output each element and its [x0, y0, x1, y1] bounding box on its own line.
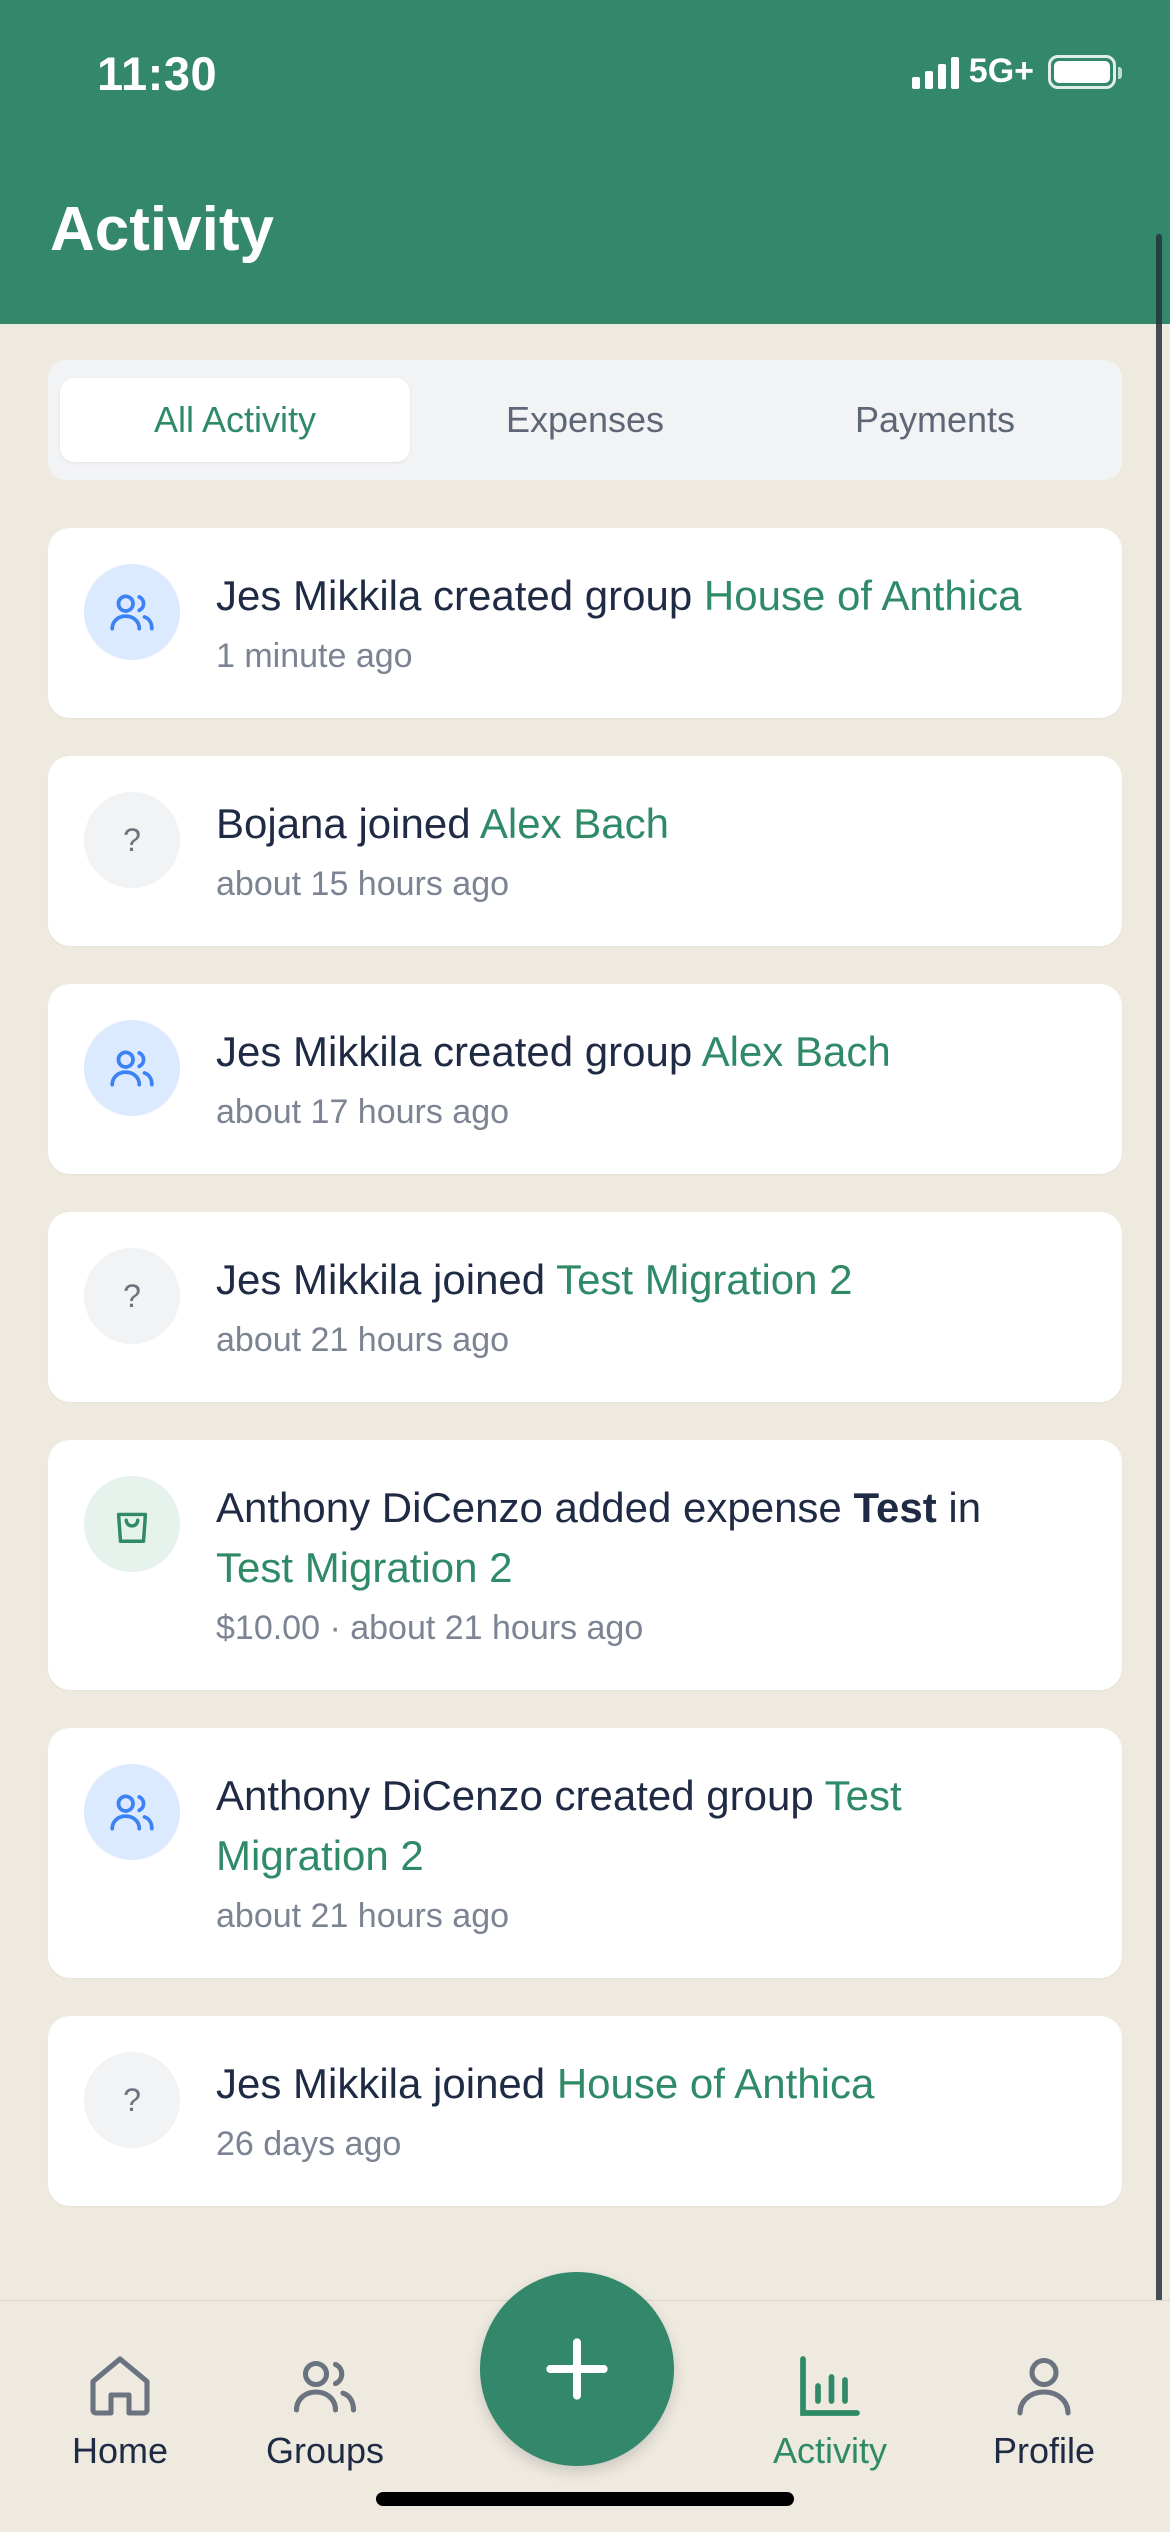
actor-name: Jes Mikkila [216, 572, 422, 619]
signal-icon [911, 55, 959, 89]
activity-card[interactable]: ? Jes Mikkila joined House of Anthica 26… [48, 2016, 1122, 2206]
activity-time: about 21 hours ago [216, 1897, 510, 1935]
nav-home[interactable]: Home [30, 2350, 210, 2472]
action-verb: joined [421, 1256, 557, 1303]
group-link[interactable]: Alex Bach [702, 1028, 891, 1075]
group-icon [84, 564, 180, 660]
action-verb: joined [346, 800, 480, 847]
nav-label: Activity [772, 2430, 887, 2471]
activity-text: Jes Mikkila joined House of Anthica 26 d… [216, 2054, 1082, 2168]
add-button[interactable] [480, 2272, 674, 2466]
activity-text: Jes Mikkila joined Test Migration 2 abou… [216, 1250, 1082, 1364]
group-link[interactable]: Test Migration 2 [216, 1544, 512, 1591]
nav-label: Profile [992, 2430, 1096, 2471]
group-icon [84, 1764, 180, 1860]
activity-time: 1 minute ago [216, 637, 413, 675]
group-icon [84, 1020, 180, 1116]
activity-card[interactable]: ? Bojana joined Alex Bach about 15 hours… [48, 756, 1122, 946]
activity-card[interactable]: Jes Mikkila created group Alex Bach abou… [48, 984, 1122, 1174]
unknown-avatar-icon: ? [84, 2052, 180, 2148]
nav-activity[interactable]: Activity [740, 2350, 920, 2472]
activity-text: Anthony DiCenzo created group Test Migra… [216, 1766, 1082, 1940]
home-icon [90, 2356, 150, 2416]
activity-card[interactable]: Anthony DiCenzo added expense Test in Tes… [48, 1440, 1122, 1690]
actor-name: Anthony DiCenzo [216, 1772, 543, 1819]
nav-groups[interactable]: Groups [235, 2350, 415, 2472]
activity-time: about 21 hours ago [350, 1609, 644, 1647]
expense-name[interactable]: Test [853, 1484, 936, 1531]
nav-profile[interactable]: Profile [954, 2350, 1134, 2472]
home-indicator [376, 2492, 794, 2506]
activity-card[interactable]: Jes Mikkila created group House of Anthi… [48, 528, 1122, 718]
user-icon [1017, 2357, 1071, 2416]
action-verb: created group [542, 1772, 825, 1819]
activity-card[interactable]: ? Jes Mikkila joined Test Migration 2 ab… [48, 1212, 1122, 1402]
activity-text: Anthony DiCenzo added expense Test in Tes… [216, 1478, 1082, 1652]
activity-text: Jes Mikkila created group Alex Bach abou… [216, 1022, 1082, 1136]
action-verb: joined [421, 2060, 557, 2107]
status-time: 11:30 [97, 47, 218, 100]
activity-time: 26 days ago [216, 2125, 402, 2163]
shopping-bag-icon [84, 1476, 180, 1572]
actor-name: Bojana [216, 800, 347, 847]
activity-time: about 21 hours ago [216, 1321, 510, 1359]
actor-name: Anthony DiCenzo [216, 1484, 543, 1531]
scrollbar[interactable] [1156, 234, 1162, 2532]
activity-time: about 17 hours ago [216, 1093, 510, 1131]
bar-chart-icon [800, 2356, 860, 2416]
group-link[interactable]: Alex Bach [480, 800, 669, 847]
plus-icon [546, 2338, 608, 2400]
activity-card[interactable]: Anthony DiCenzo created group Test Migra… [48, 1728, 1122, 1978]
page-title: Activity [50, 195, 274, 264]
group-link[interactable]: House of Anthica [704, 572, 1022, 619]
app-header: 11:30 5G+ Activity [0, 0, 1170, 324]
action-verb: created group [421, 572, 704, 619]
tab-expenses[interactable]: Expenses [410, 378, 760, 462]
network-label: 5G+ [968, 52, 1034, 90]
tab-payments[interactable]: Payments [760, 378, 1110, 462]
status-indicators: 5G+ [911, 52, 1122, 91]
nav-label: Home [71, 2430, 169, 2471]
group-link[interactable]: House of Anthica [557, 2060, 875, 2107]
activity-filter-tabs: All Activity Expenses Payments [48, 360, 1122, 480]
activity-text: Jes Mikkila created group House of Anthi… [216, 566, 1082, 680]
actor-name: Jes Mikkila [216, 2060, 422, 2107]
users-icon [293, 2360, 357, 2413]
actor-name: Jes Mikkila [216, 1256, 422, 1303]
separator: · [320, 1609, 351, 1647]
activity-text: Bojana joined Alex Bach about 15 hours a… [216, 794, 1082, 908]
unknown-avatar-icon: ? [84, 1248, 180, 1344]
tab-all-activity[interactable]: All Activity [60, 378, 410, 462]
action-verb: created group [421, 1028, 702, 1075]
action-verb: added expense [542, 1484, 854, 1531]
nav-label: Groups [265, 2430, 385, 2471]
unknown-avatar-icon: ? [84, 792, 180, 888]
activity-time: about 15 hours ago [216, 865, 510, 903]
preposition: in [936, 1484, 982, 1531]
actor-name: Jes Mikkila [216, 1028, 422, 1075]
battery-icon [1048, 54, 1122, 89]
group-link[interactable]: Test Migration 2 [556, 1256, 852, 1303]
expense-amount: $10.00 [216, 1609, 320, 1647]
